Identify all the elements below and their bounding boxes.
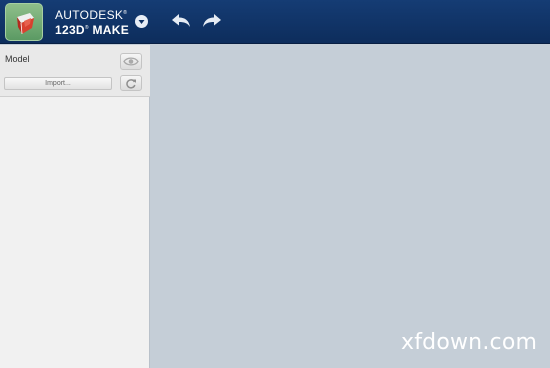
undo-button[interactable]	[170, 12, 192, 30]
model-viewport[interactable]	[151, 45, 550, 368]
model-section-label: Model	[5, 54, 30, 64]
app-menu-dropdown-button[interactable]	[135, 15, 148, 28]
redo-arrow-icon	[203, 14, 221, 27]
left-panel: Model Import...	[0, 45, 150, 368]
chevron-down-icon	[138, 20, 145, 24]
app-header: AUTODESK® 123D® MAKE	[0, 0, 550, 44]
model-section: Model Import...	[0, 45, 150, 97]
redo-button[interactable]	[201, 12, 223, 30]
model-visibility-button[interactable]	[120, 53, 142, 70]
app-logo-icon	[5, 3, 43, 41]
app-brand: AUTODESK® 123D® MAKE	[55, 9, 129, 36]
brand-autodesk: AUTODESK®	[55, 8, 128, 22]
refresh-icon	[126, 79, 136, 89]
watermark-text: xfdown.com	[401, 330, 538, 355]
import-button[interactable]: Import...	[4, 77, 112, 90]
brand-product-name: 123D® MAKE	[55, 23, 130, 37]
eye-icon	[123, 57, 139, 66]
undo-arrow-icon	[172, 14, 190, 27]
refresh-model-button[interactable]	[120, 75, 142, 91]
